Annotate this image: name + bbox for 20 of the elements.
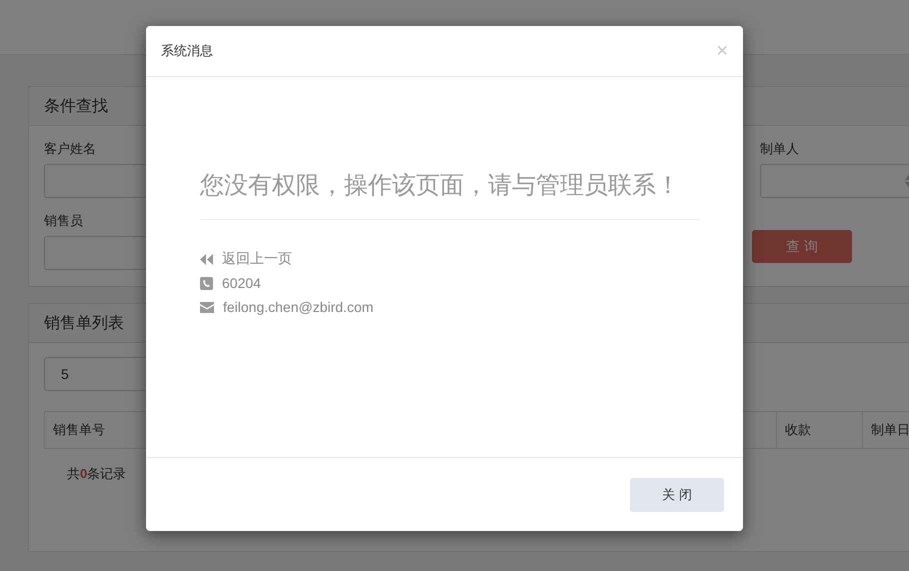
record-count: 共0条记录: [67, 465, 128, 483]
mail-icon: [200, 302, 214, 312]
field-label: 客户姓名: [44, 140, 97, 158]
column-header: 销售单号: [52, 421, 106, 439]
phone-icon: [200, 276, 213, 290]
panel-title: 条件查找: [44, 96, 108, 116]
back-link[interactable]: 返回上一页: [222, 250, 292, 268]
permission-message: 您没有权限，操作该页面，请与管理员联系！: [200, 169, 700, 220]
contact-text: feilong.chen@zbird.com: [223, 299, 374, 315]
query-button[interactable]: 查 询: [752, 230, 852, 263]
field-label: 制单人: [760, 140, 800, 158]
column-header: 收款: [776, 412, 862, 448]
field-label: 销售员: [44, 212, 84, 230]
rewind-icon: [200, 254, 213, 264]
close-dialog-button[interactable]: 关 闭: [630, 478, 724, 512]
select-field[interactable]: [760, 164, 909, 198]
panel-title: 销售单列表: [44, 314, 124, 334]
contact-text: 60204: [222, 275, 261, 291]
column-header: 制单日: [862, 412, 909, 448]
dialog-title: 系统消息: [161, 42, 213, 60]
